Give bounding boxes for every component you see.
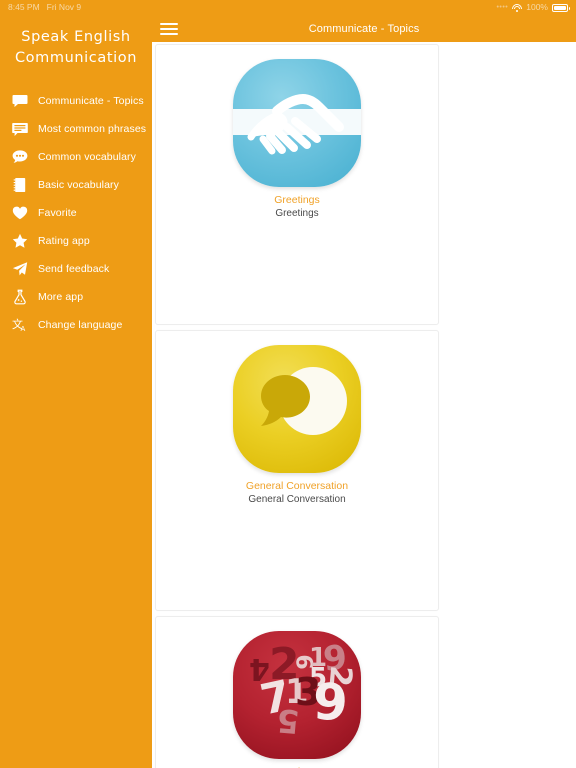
speech-bubble-icon (233, 345, 361, 473)
list-lines-icon (12, 121, 28, 137)
topic-card-general-conversation[interactable]: General Conversation General Conversatio… (155, 330, 439, 611)
topic-card-numbers[interactable]: 4 2 6 1 6 2 5 7 1 3 6 5 Numbers (155, 616, 439, 768)
flask-icon (12, 289, 28, 305)
top-navbar: Communicate - Topics (152, 15, 576, 42)
svg-text:A: A (21, 325, 26, 333)
notebook-icon (12, 177, 28, 193)
sidebar-item-label: Most common phrases (38, 123, 147, 135)
sidebar-item-change-language[interactable]: 文A Change language (0, 311, 152, 339)
hamburger-menu-icon[interactable] (160, 20, 186, 38)
sidebar-item-favorite[interactable]: Favorite (0, 199, 152, 227)
status-bar-left: 8:45 PM Fri Nov 9 (8, 0, 81, 15)
battery-full-icon (552, 3, 570, 12)
paper-plane-icon (12, 261, 28, 277)
topic-card-title: General Conversation (245, 480, 349, 492)
topics-scroll-area[interactable]: Greetings Greetings General Conversation… (152, 42, 576, 768)
app-brand: Speak English Communication (0, 15, 152, 69)
topic-card-subtitle: Greetings (275, 208, 319, 219)
sidebar-item-rating-app[interactable]: Rating app (0, 227, 152, 255)
topics-grid: Greetings Greetings General Conversation… (152, 42, 576, 768)
sidebar-item-label: Rating app (38, 235, 90, 247)
sidebar-item-label: Change language (38, 319, 123, 331)
heart-icon (12, 205, 28, 221)
sidebar-item-common-vocabulary[interactable]: Common vocabulary (0, 143, 152, 171)
sidebar-item-basic-vocabulary[interactable]: Basic vocabulary (0, 171, 152, 199)
brand-line-2: Communication (14, 50, 138, 66)
signal-dots-icon: •••• (496, 4, 509, 11)
sidebar-item-label: Basic vocabulary (38, 179, 119, 191)
sidebar-item-label: Favorite (38, 207, 77, 219)
sidebar-item-send-feedback[interactable]: Send feedback (0, 255, 152, 283)
chat-dots-icon (12, 149, 28, 165)
status-date: Fri Nov 9 (46, 2, 82, 12)
sidebar-item-label: Common vocabulary (38, 151, 136, 163)
battery-percent-label: 100% (526, 2, 548, 12)
sidebar: Speak English Communication Communicate … (0, 15, 152, 768)
app-root: 8:45 PM Fri Nov 9 •••• 100% Speak Englis… (0, 0, 576, 768)
numbers-icon: 4 2 6 1 6 2 5 7 1 3 6 5 (233, 631, 361, 759)
status-bar: 8:45 PM Fri Nov 9 •••• 100% (0, 0, 576, 15)
topic-card-subtitle: General Conversation (248, 494, 346, 505)
sidebar-item-label: Communicate - Topics (38, 95, 144, 107)
handshake-icon (233, 59, 361, 187)
sidebar-menu: Communicate - Topics Most common phrases… (0, 87, 152, 339)
status-time: 8:45 PM (8, 2, 40, 12)
brand-line-1: Speak English (21, 29, 131, 45)
sidebar-item-more-app[interactable]: More app (0, 283, 152, 311)
topic-card-title: Greetings (274, 194, 320, 206)
speech-bubble-icon (12, 93, 28, 109)
sidebar-item-most-common-phrases[interactable]: Most common phrases (0, 115, 152, 143)
sidebar-item-label: Send feedback (38, 263, 110, 275)
page-title: Communicate - Topics (308, 22, 420, 35)
star-icon (12, 233, 28, 249)
translate-icon: 文A (12, 317, 28, 333)
status-bar-right: •••• 100% (496, 0, 570, 15)
wifi-icon (512, 4, 523, 12)
topic-card-greetings[interactable]: Greetings Greetings (155, 44, 439, 325)
sidebar-item-label: More app (38, 291, 84, 303)
sidebar-item-communicate-topics[interactable]: Communicate - Topics (0, 87, 152, 115)
numbers-collage: 4 2 6 1 6 2 5 7 1 3 6 5 (249, 635, 359, 741)
